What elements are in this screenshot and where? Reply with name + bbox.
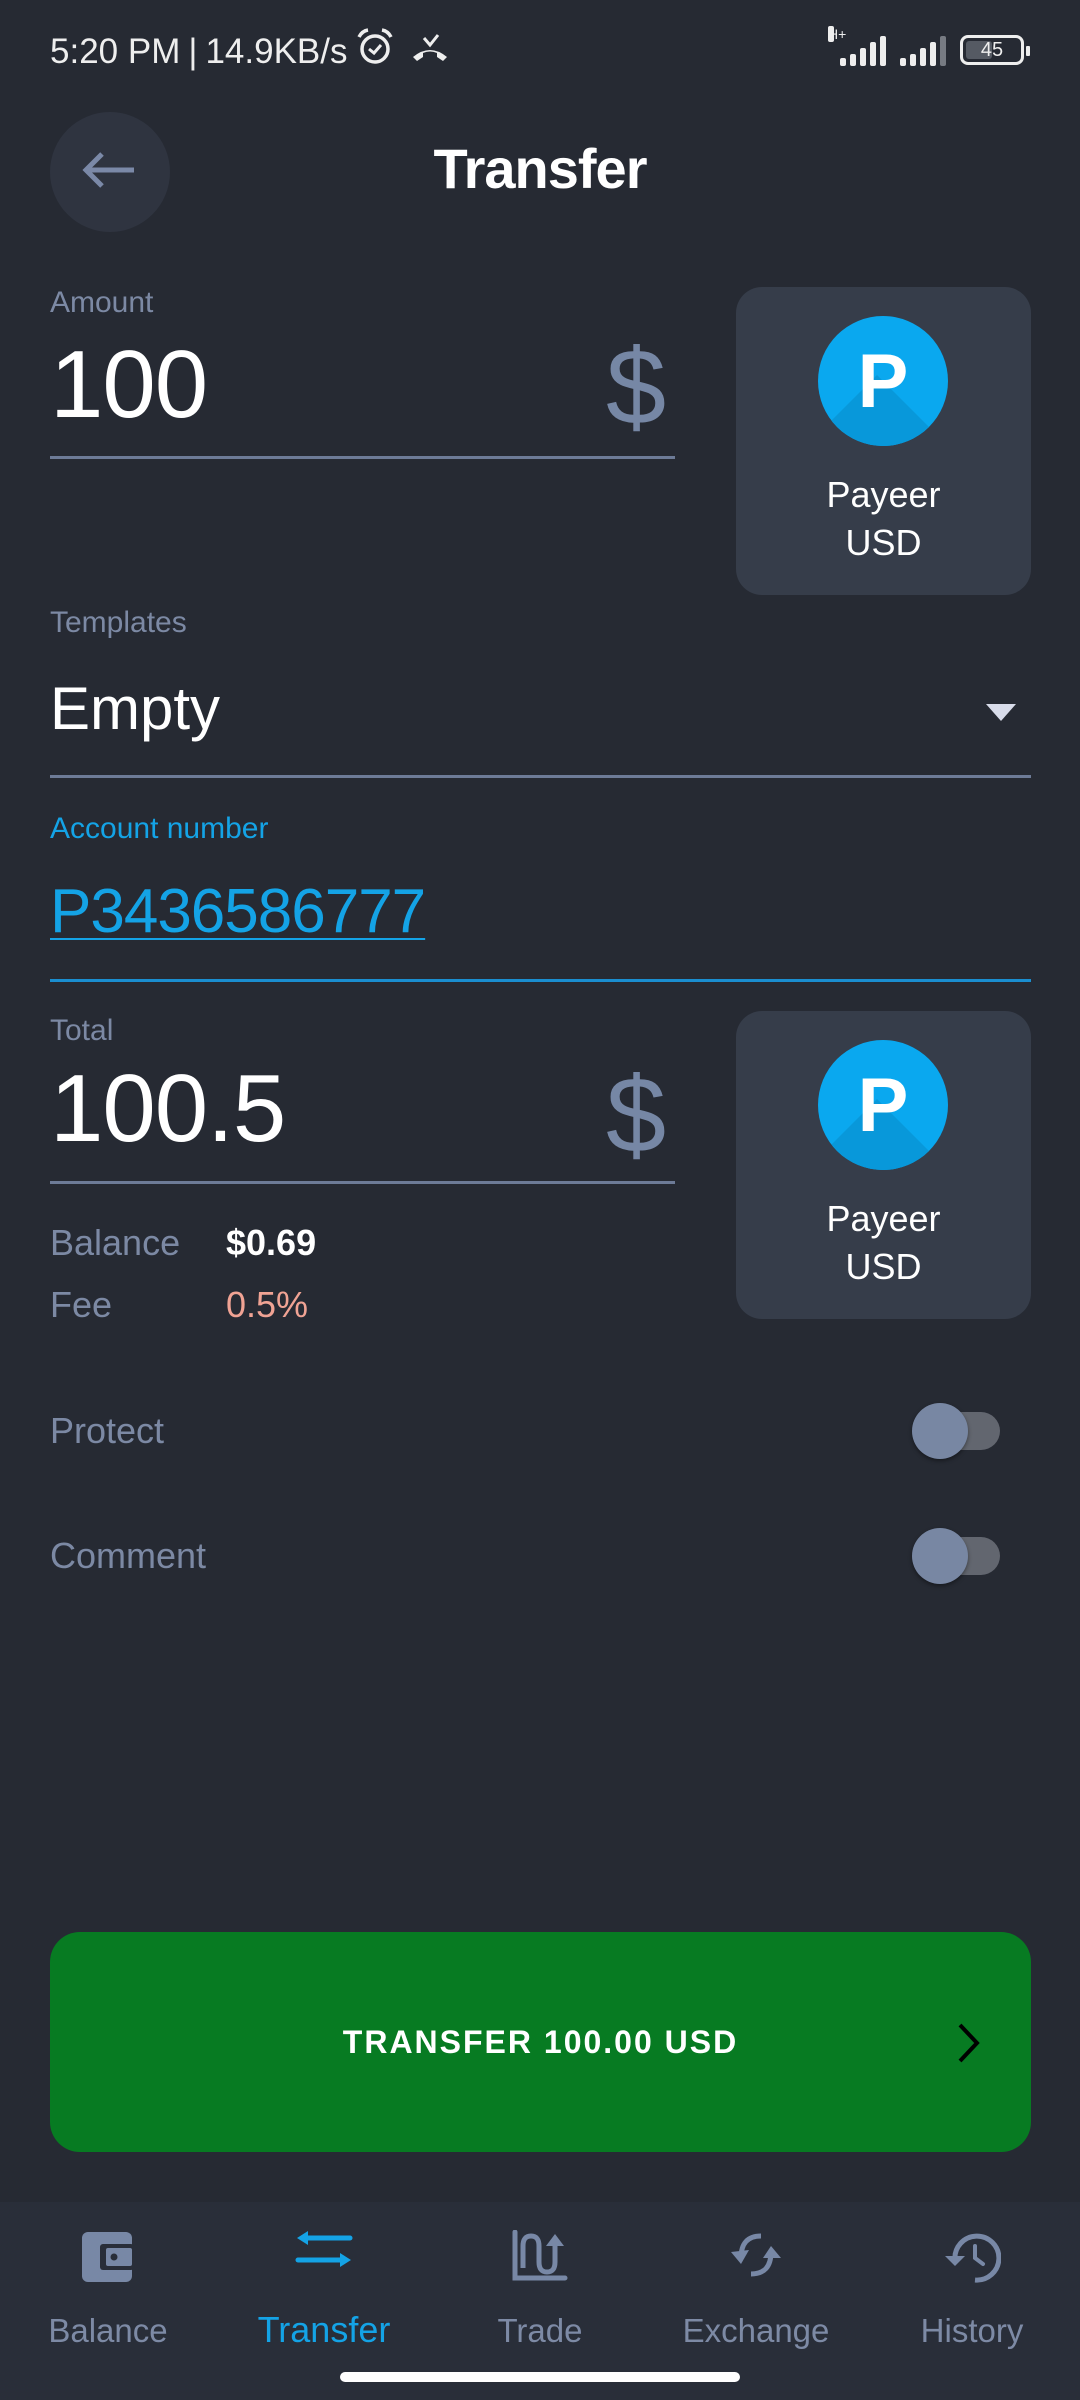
clock: 5:20 PM <box>50 31 181 71</box>
battery-level: 45 <box>980 38 1004 61</box>
exchange-icon <box>648 2230 864 2280</box>
templates-label: Templates <box>50 606 187 639</box>
wallet-icon <box>0 2230 216 2284</box>
amount-label: Amount <box>50 286 154 319</box>
comment-toggle[interactable] <box>910 1528 1002 1584</box>
caret-down-icon <box>986 704 1016 721</box>
total-currency-symbol: $ <box>606 1054 667 1175</box>
nav-label: Trade <box>497 2312 583 2349</box>
nav-item-balance[interactable]: Balance <box>0 2202 216 2352</box>
nav-label: Balance <box>48 2312 168 2349</box>
amount-value: 100 <box>50 331 208 438</box>
network-speed: 14.9KB/s <box>205 31 348 71</box>
nav-item-history[interactable]: History <box>864 2202 1080 2352</box>
comment-label: Comment <box>50 1535 207 1576</box>
protect-toggle[interactable] <box>910 1403 1002 1459</box>
alarm-icon <box>356 28 394 75</box>
toggle-knob <box>912 1528 968 1584</box>
transfer-arrows-icon <box>216 2230 432 2274</box>
status-left: 5:20 PM | 14.9KB/s <box>50 28 450 75</box>
history-icon <box>864 2230 1080 2284</box>
account-number-underline <box>50 979 1031 982</box>
status-right: H+ 45 <box>828 26 1030 66</box>
network-type: H+ <box>828 26 847 42</box>
total-value: 100.5 <box>50 1055 286 1162</box>
missed-call-icon <box>410 32 450 72</box>
total-label: Total <box>50 1014 114 1047</box>
balance-label: Balance <box>50 1222 181 1263</box>
fee-value: 0.5% <box>226 1284 309 1325</box>
nav-label: Transfer <box>257 2309 391 2350</box>
nav-item-trade[interactable]: Trade <box>432 2202 648 2352</box>
templates-selected: Empty <box>50 675 221 742</box>
amount-underline <box>50 456 675 459</box>
home-indicator[interactable] <box>340 2372 740 2382</box>
nav-label: Exchange <box>682 2312 830 2349</box>
source-wallet-name: Payeer USD <box>826 474 941 563</box>
nav-item-transfer[interactable]: Transfer <box>216 2202 432 2352</box>
total-underline <box>50 1181 675 1184</box>
chevron-right-icon <box>957 2022 981 2069</box>
nav-label: History <box>920 2312 1024 2349</box>
signal-icon: H+ <box>828 26 886 66</box>
transfer-button-label: TRANSFER 100.00 USD <box>342 2023 739 2060</box>
toggle-knob <box>912 1403 968 1459</box>
transfer-button[interactable]: TRANSFER 100.00 USD <box>50 1932 1031 2152</box>
account-number-input[interactable]: P3436586777 <box>50 876 426 947</box>
battery-icon: 45 <box>960 35 1030 65</box>
signal-icon-2 <box>900 34 946 66</box>
payeer-logo-icon: P <box>818 316 948 446</box>
target-wallet-name: Payeer USD <box>826 1198 941 1287</box>
protect-label: Protect <box>50 1410 165 1451</box>
fee-label: Fee <box>50 1284 113 1325</box>
page-title: Transfer <box>433 137 648 200</box>
bottom-nav: Balance Transfer Trade Exchange History <box>0 2202 1080 2400</box>
status-bar: 5:20 PM | 14.9KB/s H+ 45 <box>0 0 1080 100</box>
nav-item-exchange[interactable]: Exchange <box>648 2202 864 2352</box>
target-wallet-card[interactable]: P Payeer USD <box>736 1011 1031 1319</box>
status-separator: | <box>188 31 198 71</box>
templates-underline <box>50 775 1031 778</box>
balance-value: $0.69 <box>226 1222 317 1263</box>
templates-dropdown[interactable]: Empty <box>50 660 1031 776</box>
trade-chart-icon <box>432 2230 648 2282</box>
payeer-logo-icon: P <box>818 1040 948 1170</box>
amount-input[interactable]: 100 $ <box>50 326 675 460</box>
account-number-label: Account number <box>50 812 269 845</box>
amount-currency-symbol: $ <box>606 326 667 447</box>
source-wallet-card[interactable]: P Payeer USD <box>736 287 1031 595</box>
total-input[interactable]: 100.5 $ <box>50 1054 675 1184</box>
